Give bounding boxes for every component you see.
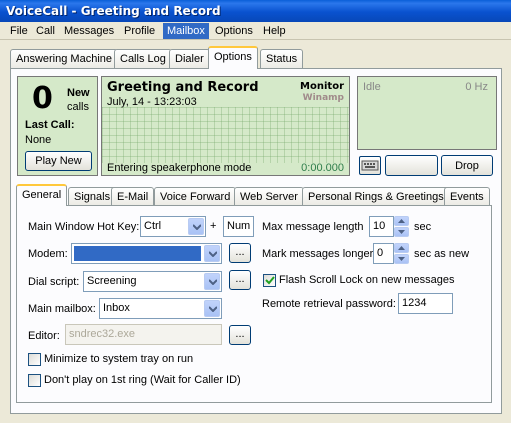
minimize-tray-checkbox[interactable] — [28, 353, 41, 366]
modem-browse-button[interactable]: ... — [229, 243, 251, 263]
menu-bar: File Call Messages Profile Mailbox Optio… — [0, 22, 511, 40]
keyboard-icon — [361, 160, 379, 171]
menu-call[interactable]: Call — [32, 23, 59, 39]
modem-value — [74, 246, 201, 261]
new-calls-counter: 0 New calls Last Call: None Play New — [17, 76, 98, 176]
mark-longer-spinner[interactable] — [394, 243, 409, 264]
max-message-unit: sec — [414, 221, 432, 233]
main-mailbox-value: Inbox — [103, 302, 130, 314]
chevron-down-icon[interactable] — [394, 254, 409, 264]
mark-longer-label: Mark messages longer — [262, 248, 374, 260]
dont-play-first-label: Don't play on 1st ring (Wait for Caller … — [44, 374, 241, 386]
last-call-label: Last Call: — [25, 119, 75, 131]
max-message-spinner[interactable] — [394, 216, 409, 237]
hotkey-modifier-select[interactable]: Ctrl — [140, 216, 206, 237]
dial-script-select[interactable]: Screening — [83, 271, 222, 292]
editor-label: Editor: — [28, 330, 60, 342]
editor-value: sndrec32.exe — [69, 328, 136, 340]
tab-email[interactable]: E-Mail — [111, 187, 155, 205]
monitor-date: July, 14 - 13:23:03 — [107, 96, 197, 108]
mark-longer-unit: sec as new — [414, 248, 470, 260]
tab-dialer[interactable]: Dialer — [169, 49, 210, 68]
modem-select[interactable] — [71, 243, 222, 264]
play-new-button[interactable]: Play New — [25, 151, 92, 171]
chevron-down-icon — [204, 273, 220, 290]
mark-longer-field[interactable]: 0 — [373, 243, 394, 264]
dial-script-browse-button[interactable]: ... — [229, 270, 251, 290]
waveform-grid — [102, 107, 349, 163]
flash-scroll-label: Flash Scroll Lock on new messages — [279, 274, 455, 286]
dial-script-label: Dial script: — [28, 276, 80, 288]
hotkey-modifier-value: Ctrl — [144, 220, 162, 232]
new-label: New — [67, 87, 90, 99]
max-message-label: Max message length — [262, 221, 364, 233]
keypad-button[interactable] — [359, 156, 381, 175]
menu-file[interactable]: File — [6, 23, 32, 39]
tab-answering-machine[interactable]: Answering Machine — [10, 49, 118, 68]
drop-button[interactable]: Drop — [441, 155, 493, 176]
monitor-status: Entering speakerphone mode — [107, 162, 252, 174]
max-message-field[interactable]: 10 — [369, 216, 394, 237]
last-call-value: None — [25, 134, 52, 146]
tab-status[interactable]: Status — [260, 49, 304, 68]
tab-calls-log[interactable]: Calls Log — [114, 49, 172, 68]
main-mailbox-select[interactable]: Inbox — [99, 298, 222, 319]
menu-help[interactable]: Help — [259, 23, 290, 39]
tab-options[interactable]: Options — [208, 46, 258, 69]
tab-web-server[interactable]: Web Server — [234, 187, 304, 205]
tab-general[interactable]: General — [16, 184, 68, 206]
menu-messages[interactable]: Messages — [60, 23, 118, 39]
flash-scroll-checkbox[interactable] — [263, 274, 276, 287]
tab-signals[interactable]: Signals — [68, 187, 117, 205]
remote-password-field[interactable]: 1234 — [398, 293, 453, 314]
remote-password-label: Remote retrieval password: — [262, 298, 396, 310]
hotkey-key-field[interactable]: Num L — [223, 216, 254, 237]
monitor-toggle[interactable]: Monitor — [300, 81, 344, 92]
checkmark-icon — [265, 276, 275, 285]
main-mailbox-label: Main mailbox: — [28, 303, 96, 315]
chevron-up-icon[interactable] — [394, 243, 409, 253]
new-calls-count: 0 — [32, 81, 53, 116]
monitor-timer: 0:00.000 — [301, 162, 344, 174]
line-frequency: 0 Hz — [465, 81, 488, 93]
winamp-toggle[interactable]: Winamp — [303, 93, 344, 103]
chevron-down-icon — [204, 245, 220, 262]
chevron-up-icon[interactable] — [394, 216, 409, 226]
chevron-down-icon[interactable] — [394, 227, 409, 237]
chevron-down-icon — [204, 300, 220, 317]
tab-events[interactable]: Events — [444, 187, 490, 205]
line-idle-panel: Idle 0 Hz — [357, 76, 497, 150]
editor-browse-button[interactable]: ... — [229, 325, 251, 345]
status-monitor: Greeting and Record July, 14 - 13:23:03 … — [101, 76, 350, 176]
editor-field[interactable]: sndrec32.exe — [65, 324, 222, 345]
hotkey-label: Main Window Hot Key: — [28, 221, 140, 233]
calls-label: calls — [67, 101, 90, 113]
chevron-down-icon — [188, 218, 204, 235]
blank-button[interactable] — [385, 155, 438, 176]
menu-profile[interactable]: Profile — [120, 23, 159, 39]
dial-script-value: Screening — [87, 275, 137, 287]
menu-options[interactable]: Options — [211, 23, 257, 39]
hotkey-plus: + — [210, 220, 217, 232]
line-state: Idle — [363, 81, 381, 93]
modem-label: Modem: — [28, 248, 68, 260]
menu-mailbox[interactable]: Mailbox — [163, 23, 209, 39]
window-title: VoiceCall - Greeting and Record — [6, 4, 221, 18]
tab-voice-forward[interactable]: Voice Forward — [154, 187, 237, 205]
monitor-title: Greeting and Record — [107, 80, 259, 95]
tab-personal-rings[interactable]: Personal Rings & Greetings — [302, 187, 450, 205]
dont-play-first-checkbox[interactable] — [28, 374, 41, 387]
minimize-tray-label: Minimize to system tray on run — [44, 353, 194, 365]
title-bar[interactable]: VoiceCall - Greeting and Record — [0, 0, 511, 22]
